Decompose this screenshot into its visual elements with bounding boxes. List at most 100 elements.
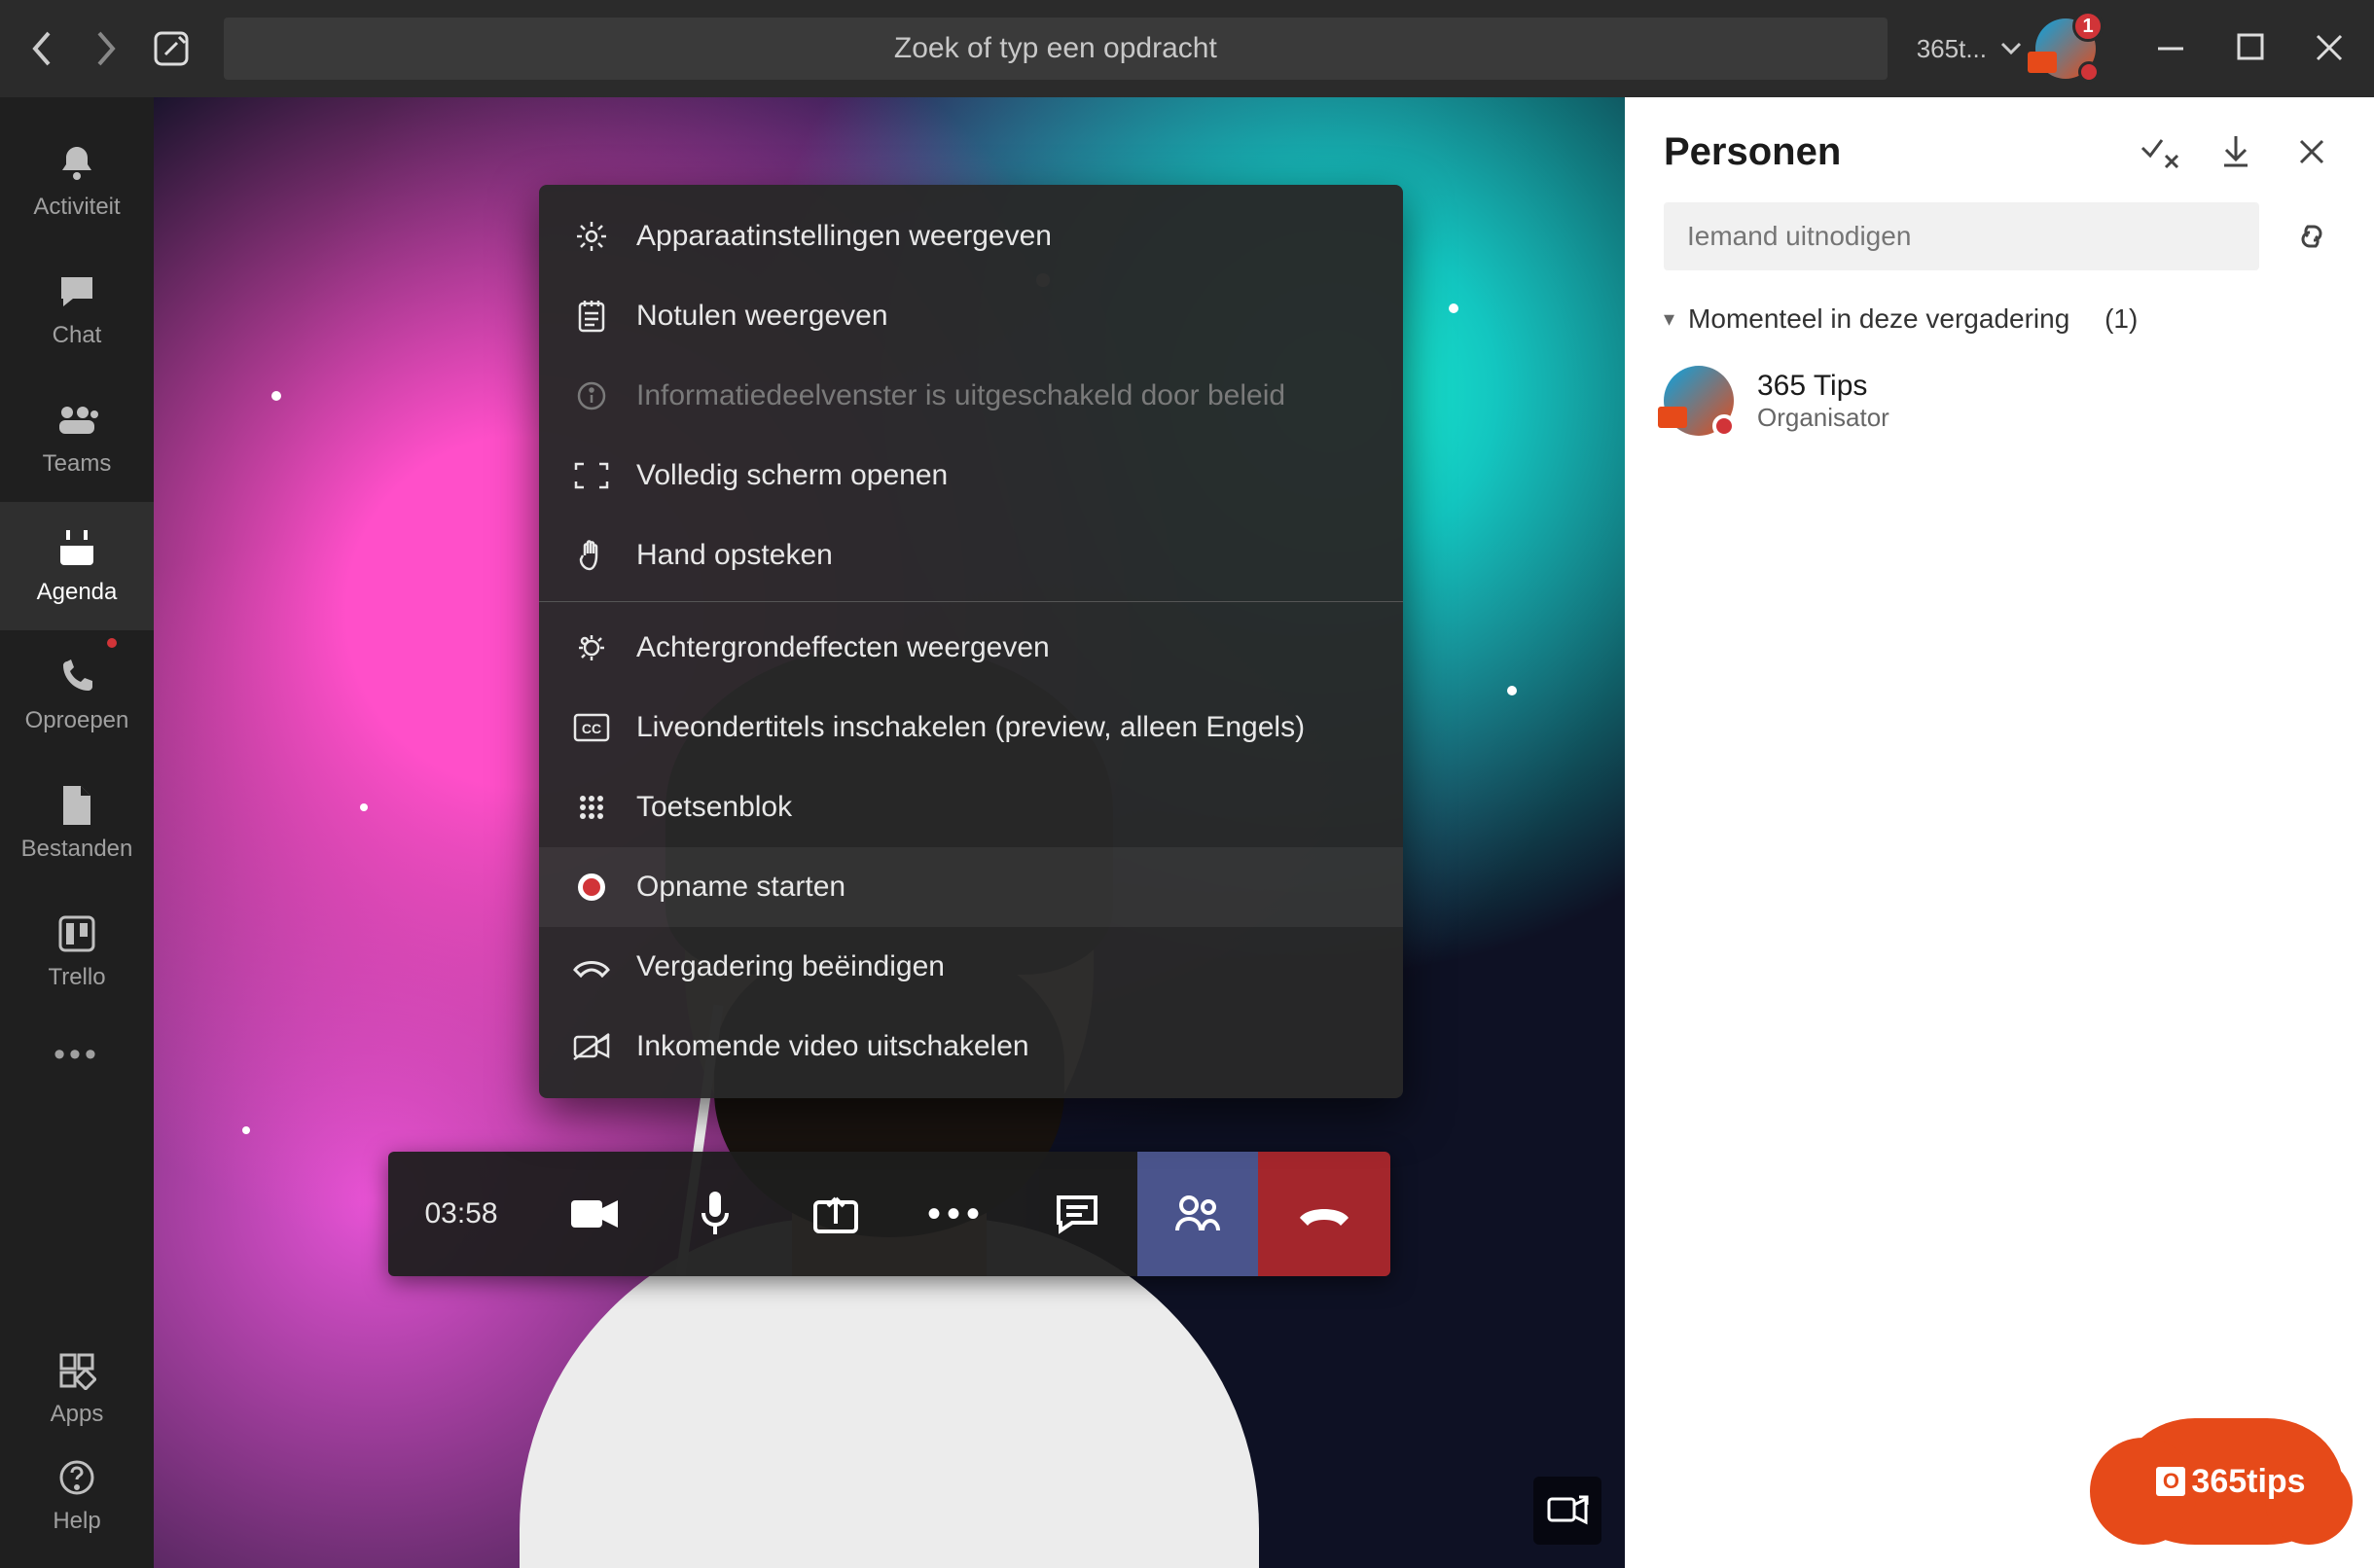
menu-fullscreen[interactable]: Volledig scherm openen	[539, 436, 1403, 516]
fullscreen-icon	[572, 456, 611, 495]
mic-toggle[interactable]	[655, 1152, 775, 1276]
rail-label: Oproepen	[25, 707, 129, 734]
chat-button[interactable]	[1017, 1152, 1137, 1276]
rail-label: Activiteit	[33, 194, 120, 221]
menu-bg-effects[interactable]: Achtergrondeffecten weergeven	[539, 608, 1403, 688]
video-stage: 03:58 •••	[154, 97, 1625, 1568]
account-switcher[interactable]: 365t... 1	[1917, 18, 2096, 79]
bell-icon	[54, 141, 99, 186]
call-timer: 03:58	[388, 1152, 534, 1276]
menu-label: Liveondertitels inschakelen (preview, al…	[636, 711, 1305, 744]
compose-button[interactable]	[148, 25, 195, 72]
brand-badge: O365tips	[2119, 1418, 2343, 1545]
menu-keypad[interactable]: Toetsenblok	[539, 767, 1403, 847]
teams-icon	[54, 398, 99, 443]
title-bar: Zoek of typ een opdracht 365t... 1	[0, 0, 2374, 97]
rail-trello[interactable]: Trello	[0, 887, 154, 1016]
menu-label: Informatiedeelvenster is uitgeschakeld d…	[636, 379, 1285, 412]
rail-label: Bestanden	[21, 836, 133, 863]
rail-label: Trello	[48, 964, 105, 991]
menu-info-disabled: Informatiedeelvenster is uitgeschakeld d…	[539, 356, 1403, 436]
hand-icon	[572, 536, 611, 575]
gear-icon	[572, 217, 611, 256]
rail-agenda[interactable]: Agenda	[0, 502, 154, 630]
search-bar[interactable]: Zoek of typ een opdracht	[224, 18, 1888, 80]
avatar[interactable]: 1	[2035, 18, 2096, 79]
calendar-icon	[54, 526, 99, 571]
rail-apps[interactable]: Apps	[0, 1335, 154, 1442]
menu-label: Toetsenblok	[636, 791, 792, 824]
mute-all-button[interactable]	[2137, 128, 2183, 175]
more-icon: •••	[54, 1036, 100, 1074]
section-in-meeting[interactable]: ▾ Momenteel in deze vergadering (1)	[1664, 303, 2335, 335]
app-rail: Activiteit Chat Teams Agenda Oproepen Be…	[0, 97, 154, 1568]
menu-device-settings[interactable]: Apparaatinstellingen weergeven	[539, 196, 1403, 276]
keypad-icon	[572, 788, 611, 827]
minimize-button[interactable]	[2154, 32, 2187, 65]
share-button[interactable]	[775, 1152, 896, 1276]
menu-label: Hand opsteken	[636, 539, 833, 572]
menu-live-captions[interactable]: CC Liveondertitels inschakelen (preview,…	[539, 688, 1403, 767]
rail-label: Help	[53, 1508, 100, 1535]
account-label: 365t...	[1917, 34, 1987, 64]
menu-label: Inkomende video uitschakelen	[636, 1030, 1029, 1063]
close-panel-button[interactable]	[2288, 128, 2335, 175]
menu-label: Volledig scherm openen	[636, 459, 948, 492]
people-panel: Personen ▾ Momenteel in deze vergadering…	[1625, 97, 2374, 1568]
popout-video-button[interactable]	[1533, 1477, 1601, 1545]
menu-label: Vergadering beëindigen	[636, 950, 945, 983]
notification-badge: 1	[2072, 11, 2104, 42]
back-button[interactable]	[29, 29, 54, 68]
menu-separator	[539, 601, 1403, 602]
hangup-icon	[572, 947, 611, 986]
video-off-icon	[572, 1027, 611, 1066]
more-actions-button[interactable]: •••	[896, 1152, 1017, 1276]
rail-teams[interactable]: Teams	[0, 374, 154, 502]
copy-link-button[interactable]	[2288, 213, 2335, 260]
rail-label: Teams	[43, 450, 112, 478]
cc-icon: CC	[572, 708, 611, 747]
record-icon	[572, 868, 611, 907]
maximize-button[interactable]	[2236, 32, 2265, 65]
rail-calls[interactable]: Oproepen	[0, 630, 154, 759]
rail-help[interactable]: Help	[0, 1442, 154, 1549]
trello-icon	[54, 911, 99, 956]
effects-icon	[572, 628, 611, 667]
caret-down-icon: ▾	[1664, 306, 1674, 332]
invite-input[interactable]	[1664, 202, 2259, 270]
forward-button[interactable]	[93, 29, 119, 68]
rail-label: Apps	[51, 1401, 104, 1428]
file-icon	[54, 783, 99, 828]
section-count: (1)	[2104, 303, 2138, 335]
attendee-name: 365 Tips	[1757, 370, 1889, 403]
apps-icon	[54, 1348, 99, 1393]
menu-label: Achtergrondeffecten weergeven	[636, 631, 1050, 664]
menu-disable-incoming-video[interactable]: Inkomende video uitschakelen	[539, 1007, 1403, 1087]
menu-end-meeting[interactable]: Vergadering beëindigen	[539, 927, 1403, 1007]
download-attendance-button[interactable]	[2212, 128, 2259, 175]
attendee-row[interactable]: 365 Tips Organisator	[1664, 354, 2335, 447]
menu-label: Apparaatinstellingen weergeven	[636, 220, 1052, 253]
attendee-role: Organisator	[1757, 403, 1889, 433]
rail-more[interactable]: •••	[0, 1016, 154, 1093]
menu-label: Notulen weergeven	[636, 300, 888, 333]
hangup-button[interactable]	[1258, 1152, 1390, 1276]
people-button[interactable]	[1137, 1152, 1258, 1276]
close-button[interactable]	[2314, 32, 2345, 65]
more-actions-menu: Apparaatinstellingen weergeven Notulen w…	[539, 185, 1403, 1098]
menu-label: Opname starten	[636, 871, 845, 904]
notes-icon	[572, 297, 611, 336]
camera-toggle[interactable]	[534, 1152, 655, 1276]
search-placeholder: Zoek of typ een opdracht	[894, 32, 1217, 65]
section-label: Momenteel in deze vergadering	[1688, 303, 2069, 335]
menu-raise-hand[interactable]: Hand opsteken	[539, 516, 1403, 595]
unread-dot	[105, 636, 119, 650]
presence-indicator	[2078, 61, 2100, 83]
rail-chat[interactable]: Chat	[0, 245, 154, 374]
menu-start-recording[interactable]: Opname starten	[539, 847, 1403, 927]
rail-activity[interactable]: Activiteit	[0, 117, 154, 245]
svg-text:CC: CC	[582, 721, 601, 736]
chat-icon	[54, 269, 99, 314]
menu-meeting-notes[interactable]: Notulen weergeven	[539, 276, 1403, 356]
rail-files[interactable]: Bestanden	[0, 759, 154, 887]
